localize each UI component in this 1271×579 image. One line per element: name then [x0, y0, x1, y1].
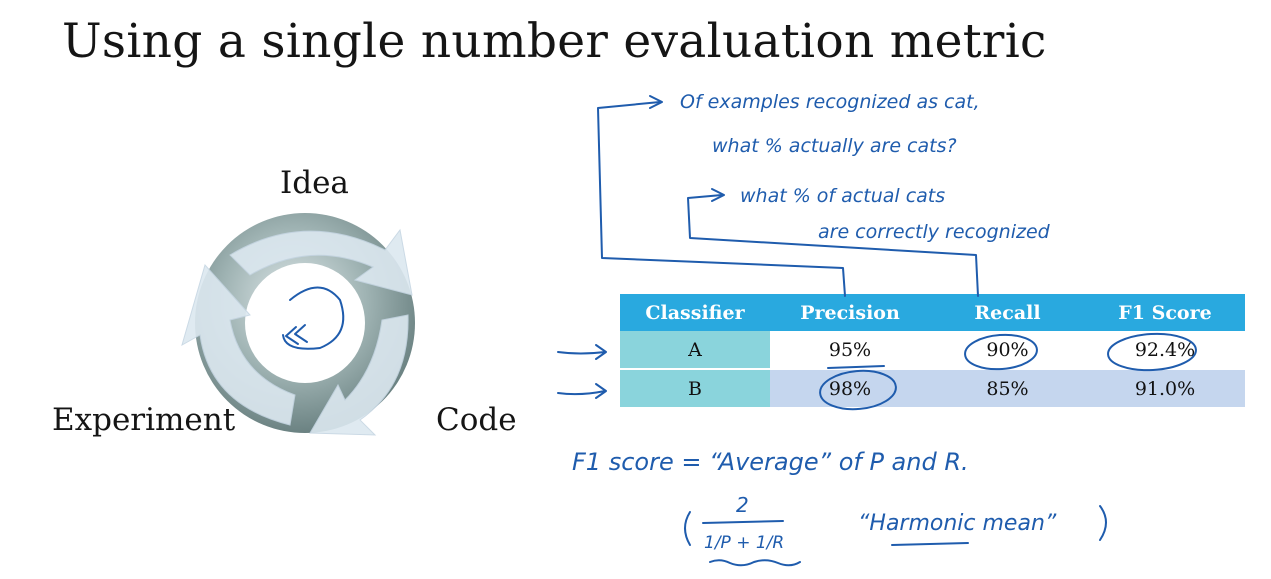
harmonic-mean-note: “Harmonic mean”: [858, 511, 1057, 536]
precision-note-line2: what % actually are cats?: [712, 135, 957, 157]
precision-cell: 98%: [770, 369, 930, 407]
header-f1-score: F1 Score: [1085, 294, 1245, 331]
f1-cell: 92.4%: [1085, 331, 1245, 370]
precision-note-line1: Of examples recognized as cat,: [680, 91, 980, 113]
precision-connector-arrowhead: [649, 95, 663, 109]
table-row: B 98% 85% 91.0%: [620, 369, 1245, 407]
right-paren: [1099, 505, 1107, 541]
fraction-denominator: 1/P + 1/R: [704, 533, 784, 553]
header-classifier: Classifier: [620, 294, 770, 331]
fraction-numerator: 2: [736, 493, 749, 517]
cycle-experiment-label: Experiment: [52, 402, 236, 438]
recall-note-line1: what % of actual cats: [740, 185, 945, 207]
classifier-metrics-table: Classifier Precision Recall F1 Score A 9…: [620, 294, 1245, 407]
recall-cell: 85%: [930, 369, 1085, 407]
table-row: A 95% 90% 92.4%: [620, 331, 1245, 370]
row-a-pointer-arrow: [557, 344, 607, 360]
recall-note-line2: are correctly recognized: [818, 221, 1051, 243]
classifier-cell: A: [620, 331, 770, 370]
row-b-pointer-arrow: [557, 383, 607, 399]
left-paren: [684, 511, 691, 546]
header-precision: Precision: [770, 294, 930, 331]
table-header-row: Classifier Precision Recall F1 Score: [620, 294, 1245, 331]
slide-title: Using a single number evaluation metric: [62, 14, 1047, 69]
f1-cell: 91.0%: [1085, 369, 1245, 407]
recall-connector-arrowhead: [711, 188, 725, 202]
classifier-cell: B: [620, 369, 770, 407]
recall-cell: 90%: [930, 331, 1085, 370]
harmonic-underline: [891, 542, 969, 546]
cycle-code-label: Code: [436, 402, 517, 438]
header-recall: Recall: [930, 294, 1085, 331]
f1-definition: F1 score = “Average” of P and R.: [572, 448, 969, 476]
fraction-squiggle-underline: [709, 559, 801, 567]
fraction-bar: [702, 520, 784, 524]
cycle-idea-label: Idea: [280, 165, 349, 201]
precision-connector-line: [597, 101, 846, 297]
recall-connector-line: [687, 194, 979, 297]
precision-cell: 95%: [770, 331, 930, 370]
